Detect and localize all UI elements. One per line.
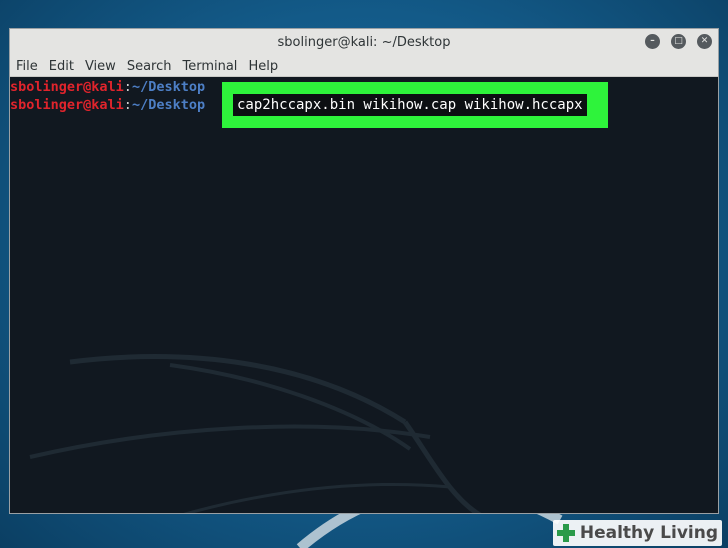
terminal-window[interactable]: sbolinger@kali: ~/Desktop – □ ✕ File Edi…: [9, 28, 719, 514]
menu-edit[interactable]: Edit: [43, 59, 79, 74]
menu-terminal[interactable]: Terminal: [176, 59, 242, 74]
plus-icon: [556, 524, 575, 542]
logo-text: Healthy Living: [579, 523, 718, 543]
menu-search[interactable]: Search: [121, 59, 177, 74]
prompt-user: sbolinger@kali: [10, 79, 124, 95]
maximize-button[interactable]: □: [671, 34, 686, 49]
kali-dragon-watermark: [29, 354, 482, 513]
prompt-path: ~/Desktop: [131, 79, 206, 95]
prompt-path: ~/Desktop: [131, 97, 206, 113]
minimize-button[interactable]: –: [645, 34, 660, 49]
title-bar[interactable]: sbolinger@kali: ~/Desktop – □ ✕: [10, 29, 718, 56]
maximize-icon: □: [674, 36, 683, 46]
close-button[interactable]: ✕: [697, 34, 712, 49]
menu-view[interactable]: View: [79, 59, 121, 74]
prompt-separator: :: [123, 79, 132, 95]
window-title: sbolinger@kali: ~/Desktop: [277, 35, 451, 50]
terminal-area[interactable]: sbolinger@kali:~/Desktop sbolinger@kali:…: [10, 77, 718, 513]
healthy-living-logo: Healthy Living: [552, 520, 722, 546]
terminal-line: sbolinger@kali:~/Desktop: [10, 78, 205, 96]
menu-help[interactable]: Help: [242, 59, 283, 74]
command-text: cap2hccapx.bin wikihow.cap wikihow.hccap…: [233, 94, 587, 116]
close-icon: ✕: [700, 36, 709, 46]
menu-file[interactable]: File: [10, 59, 43, 74]
menu-bar: File Edit View Search Terminal Help: [10, 56, 718, 77]
terminal-line: sbolinger@kali:~/Desktop: [10, 96, 205, 114]
minimize-icon: –: [650, 36, 655, 46]
prompt-separator: :: [123, 97, 132, 113]
prompt-user: sbolinger@kali: [10, 97, 124, 113]
